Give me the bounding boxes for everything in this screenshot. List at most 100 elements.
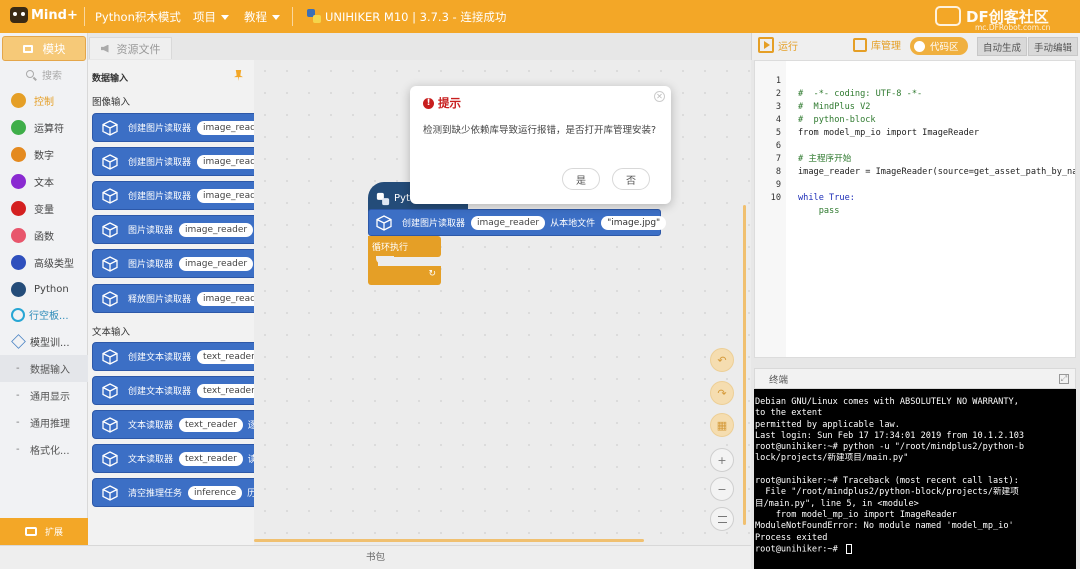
close-icon[interactable]: ✕ (654, 91, 665, 102)
code-text: # python-block (798, 115, 876, 125)
redo-button[interactable]: ↷ (710, 381, 734, 405)
section-text-input: 文本输入 (92, 327, 131, 338)
mode-label[interactable]: Python积木模式 (95, 9, 181, 25)
play-icon (758, 37, 774, 53)
category-control[interactable]: 控制 (0, 87, 88, 114)
undo-button[interactable]: ↶ (710, 348, 734, 372)
menu-project[interactable]: 项目 (193, 9, 229, 25)
block-variable[interactable]: image_reader (197, 291, 254, 306)
block-variable[interactable]: text_reader (197, 349, 254, 364)
no-button[interactable]: 否 (612, 168, 650, 190)
terminal-line: root@unihiker:~# Traceback (most recent … (755, 476, 1019, 487)
zoom-in-button[interactable]: + (710, 448, 734, 472)
palette-block[interactable]: 创建文本读取器 text_reader (92, 342, 254, 371)
palette-block[interactable]: 文本读取器text_reader逐个 (92, 410, 254, 439)
block-variable[interactable]: text_reader (197, 383, 254, 398)
category-label: 函数 (34, 232, 54, 243)
file-input[interactable]: "image.jpg" (601, 215, 667, 230)
terminal-output[interactable]: Debian GNU/Linux comes with ABSOLUTELY N… (754, 389, 1076, 569)
auto-generate-button[interactable]: 自动生成 (977, 37, 1027, 56)
category-text[interactable]: 文本 (0, 168, 88, 195)
block-variable[interactable]: image_reader (179, 222, 254, 237)
cube-icon (102, 153, 118, 170)
sub-item-label: 通用推理 (30, 419, 70, 430)
watermark: DF创客社区 mc.DFRobot.com.cn (935, 4, 1075, 32)
code-area-button[interactable]: 代码区 (910, 37, 968, 55)
cube-icon (102, 416, 118, 433)
block-label: 创建图片读取器 (128, 124, 192, 134)
block-label: 释放图片读取器 (128, 295, 192, 305)
cube-icon (102, 119, 118, 136)
category-python[interactable]: Python (0, 276, 88, 303)
unihiker-icon (11, 307, 25, 322)
code-text: # MindPlus V2 (798, 102, 871, 112)
category-label: 模型训... (30, 338, 70, 349)
category-functions[interactable]: 函数 (0, 222, 88, 249)
palette-block[interactable]: 文本读取器text_reader读取 (92, 444, 254, 473)
block-variable[interactable]: inference (188, 485, 243, 500)
app-logo[interactable]: Mind+ (10, 7, 78, 23)
block-variable[interactable]: image_reader (471, 215, 546, 230)
category-numbers[interactable]: 数字 (0, 141, 88, 168)
block-label: 创建文本读取器 (128, 353, 192, 363)
backpack-bar[interactable]: 书包 (0, 545, 751, 569)
code-editor[interactable]: 1 # -*- coding: UTF-8 -*- 2 # MindPlus V… (754, 60, 1076, 358)
block-variable[interactable]: image_reader (197, 120, 254, 135)
search-input[interactable]: 搜索 (4, 65, 84, 83)
category-advanced-types[interactable]: 高级类型 (0, 249, 88, 276)
block-variable[interactable]: image_reader (197, 154, 254, 169)
python-icon (376, 192, 390, 205)
pin-icon[interactable] (234, 70, 243, 81)
forever-loop-block[interactable]: 循环执行 ↻ (368, 236, 441, 286)
manual-edit-button[interactable]: 手动编辑 (1028, 37, 1078, 56)
sub-item-data-input[interactable]: 数据输入 (0, 355, 88, 382)
chevron-down-icon (272, 15, 280, 20)
device-status[interactable]: UNIHIKER M10 | 3.7.3 - 连接成功 (325, 9, 506, 25)
run-button[interactable]: 运行 (758, 37, 798, 53)
block-label: 创建图片读取器 (128, 158, 192, 168)
palette-block[interactable]: 释放图片读取器 image_reader (92, 284, 254, 313)
sub-item-inference[interactable]: 通用推理 (0, 409, 88, 436)
tab-resources[interactable]: 资源文件 (89, 37, 172, 59)
block-variable[interactable]: text_reader (179, 451, 243, 466)
library-button[interactable]: 库管理 (853, 37, 901, 52)
expand-icon[interactable]: ⤢ (1059, 374, 1069, 384)
palette-block[interactable]: 创建图片读取器 image_reader (92, 181, 254, 210)
watermark-url: mc.DFRobot.com.cn (975, 23, 1051, 32)
workspace-horizontal-scrollbar[interactable] (254, 539, 644, 542)
zoom-in-icon: + (717, 453, 727, 467)
sub-item-format[interactable]: 格式化... (0, 436, 88, 463)
palette-block[interactable]: 清空推理任务 inference 历史 (92, 478, 254, 507)
create-image-reader-block[interactable]: 创建图片读取器 image_reader 从本地文件 "image.jpg" (368, 209, 667, 236)
category-operators[interactable]: 运算符 (0, 114, 88, 141)
terminal-line: Last login: Sun Feb 17 17:34:01 2019 fro… (755, 430, 1025, 441)
block-variable[interactable]: image_reader (197, 188, 254, 203)
yes-button[interactable]: 是 (562, 168, 600, 190)
terminal-prompt-line: root@unihiker:~# (755, 543, 1076, 555)
block-label: 创建文本读取器 (128, 387, 192, 397)
tab-blocks[interactable]: 模块 (2, 36, 86, 61)
category-label: 文本 (34, 178, 54, 189)
palette-block[interactable]: 创建文本读取器 text_reader (92, 376, 254, 405)
category-label: 变量 (34, 205, 54, 216)
sub-item-display[interactable]: 通用显示 (0, 382, 88, 409)
extend-button[interactable]: 扩展 (0, 518, 88, 545)
dialog-title-text: 提示 (438, 96, 461, 110)
workspace-vertical-scrollbar[interactable] (743, 205, 746, 525)
cleanup-button[interactable]: ▦ (710, 413, 734, 437)
category-variables[interactable]: 变量 (0, 195, 88, 222)
palette-block[interactable]: 创建图片读取器 image_reader (92, 147, 254, 176)
palette-block[interactable]: 图片读取器image_reader读 (92, 249, 254, 278)
category-model-training[interactable]: 模型训... (0, 328, 88, 355)
yes-label: 是 (576, 175, 586, 187)
code-line: 9 while True: (755, 166, 855, 203)
block-variable[interactable]: text_reader (179, 417, 243, 432)
palette-block[interactable]: 图片读取器image_reader读 (92, 215, 254, 244)
zoom-out-button[interactable]: − (710, 477, 734, 501)
block-variable[interactable]: image_reader (179, 256, 254, 271)
palette-block[interactable]: 创建图片读取器 image_reader (92, 113, 254, 142)
block-label: 创建图片读取器 (402, 219, 466, 229)
menu-tutorial[interactable]: 教程 (244, 9, 280, 25)
category-unihiker[interactable]: 行空板... (0, 301, 88, 328)
recenter-button[interactable] (710, 507, 734, 531)
